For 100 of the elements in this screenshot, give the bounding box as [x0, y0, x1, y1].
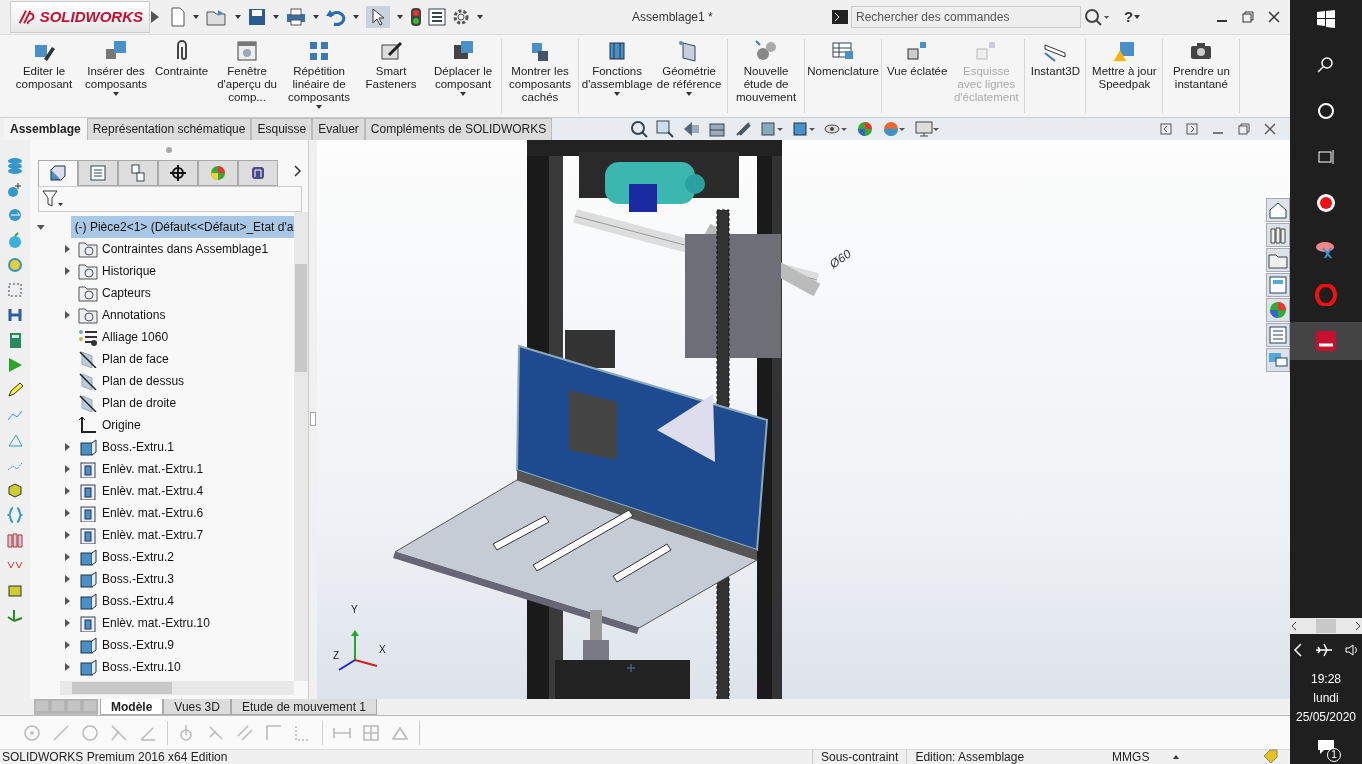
chevron-left-icon[interactable]	[1293, 643, 1303, 657]
folder-icon[interactable]	[1266, 247, 1290, 272]
caret-icon[interactable]	[396, 13, 404, 20]
tree-item[interactable]: Enlèv. mat.-Extru.7	[78, 523, 204, 546]
expand-arrow-icon[interactable]	[62, 243, 72, 254]
airplane-icon[interactable]	[1315, 642, 1333, 658]
ribbon-button[interactable]: Mettre à jour Speedpak	[1088, 38, 1161, 113]
tree-item[interactable]: Plan de face	[78, 347, 169, 370]
caret-icon[interactable]	[112, 90, 120, 97]
units-selector[interactable]: MMGS	[1112, 750, 1173, 764]
caret-icon[interactable]	[685, 90, 694, 97]
pencil-icon[interactable]	[6, 380, 24, 399]
ribbon-button[interactable]: Géométrie de référence	[653, 38, 726, 113]
monitor-icon[interactable]	[914, 119, 941, 138]
horizontal-scrollbar[interactable]	[60, 681, 294, 696]
close-icon[interactable]	[1268, 10, 1280, 23]
ribbon-button[interactable]: Nomenclature	[807, 38, 880, 113]
horizontal-scrollbar[interactable]	[1290, 618, 1362, 634]
command-tab[interactable]: Evaluer	[312, 117, 365, 140]
print-icon[interactable]	[286, 7, 306, 26]
caret-icon[interactable]	[1133, 13, 1142, 20]
tree-item[interactable]: Origine	[78, 413, 141, 436]
expand-arrow-icon[interactable]	[62, 595, 72, 606]
tree-item[interactable]: Boss.-Extru.3	[78, 567, 175, 590]
expand-arrow-icon[interactable]	[62, 441, 72, 452]
command-tab[interactable]: Compléments de SOLIDWORKS	[364, 117, 553, 140]
expand-arrow-icon[interactable]	[62, 551, 72, 562]
model-tab[interactable]: Etude de mouvement 1	[230, 699, 377, 716]
new-document-icon[interactable]	[170, 6, 186, 27]
chevron-right-icon[interactable]	[294, 165, 302, 178]
splitter-handle-icon[interactable]	[310, 412, 316, 427]
property-list-icon[interactable]	[89, 163, 107, 182]
model-tab[interactable]: Modèle	[100, 699, 164, 716]
caret-icon[interactable]	[613, 90, 622, 97]
configuration-icon[interactable]	[129, 163, 147, 182]
clock-time[interactable]: 19:28	[1311, 670, 1341, 689]
grip-icon[interactable]	[165, 145, 173, 154]
restore-icon[interactable]	[1238, 122, 1250, 135]
strips-icon[interactable]	[6, 530, 24, 549]
feature-tree-icon[interactable]	[49, 164, 67, 183]
windows-icon[interactable]	[1317, 10, 1335, 28]
ribbon-button[interactable]: Contrainte	[152, 38, 212, 113]
tree-item[interactable]: Boss.-Extru.2	[78, 545, 175, 568]
caret-icon[interactable]	[459, 90, 468, 97]
settings-icon[interactable]	[452, 7, 470, 26]
caret-icon[interactable]	[234, 13, 242, 20]
braces-icon[interactable]	[6, 505, 24, 524]
caret-up-icon[interactable]	[1172, 754, 1181, 760]
zoom-fit-icon[interactable]	[630, 119, 649, 138]
tree-item[interactable]: Capteurs	[78, 281, 151, 304]
caret-icon[interactable]	[312, 13, 320, 20]
arrow-right-icon[interactable]	[150, 9, 160, 24]
tree-item[interactable]: (-) Pièce2<1> (Défaut<<Défaut>_Etat d'a	[70, 215, 294, 238]
play-icon[interactable]	[6, 355, 24, 374]
ribbon-button[interactable]: Instant3D	[1027, 38, 1084, 113]
ribbon-button[interactable]: Fenêtre d'aperçu du comp...	[211, 38, 284, 113]
tree-item[interactable]: Boss.-Extru.10	[78, 655, 181, 678]
caret-icon[interactable]	[315, 103, 324, 110]
ribbon-button[interactable]: Répétition linéaire de composants	[283, 38, 356, 113]
display-style-icon[interactable]	[792, 119, 817, 138]
clock-day[interactable]: lundi	[1313, 689, 1339, 708]
expand-arrow-icon[interactable]	[62, 573, 72, 584]
previous-view-icon[interactable]	[682, 119, 701, 138]
traffic-light-icon[interactable]	[410, 6, 422, 27]
ribbon-button[interactable]: Déplacer le composant	[427, 38, 500, 113]
ribbon-button[interactable]: Insérer des composants	[80, 38, 152, 113]
app-logo[interactable]: SOLIDWORKS	[10, 0, 150, 33]
caret-icon[interactable]	[272, 13, 280, 20]
command-tab[interactable]: Esquisse	[251, 117, 313, 140]
opera-icon[interactable]	[1315, 284, 1337, 306]
tree-item[interactable]: Boss.-Extru.9	[78, 633, 175, 656]
search-icon[interactable]	[1084, 7, 1110, 26]
filter-icon[interactable]	[42, 188, 64, 209]
expand-arrow-icon[interactable]	[62, 661, 72, 672]
command-tab[interactable]: Représentation schématique	[86, 117, 252, 140]
appearance-icon[interactable]	[856, 119, 875, 138]
ribbon-button[interactable]: Fonctions d'assemblage	[581, 38, 654, 113]
graphics-area[interactable]: Y Z X Ø60	[317, 139, 1290, 700]
expand-arrow-icon[interactable]	[62, 265, 72, 276]
books-icon[interactable]	[1266, 222, 1290, 247]
tree-item[interactable]: Enlèv. mat.-Extru.10	[78, 611, 210, 634]
caret-icon[interactable]	[352, 13, 360, 20]
task-view-icon[interactable]	[1317, 148, 1335, 166]
restore-icon[interactable]	[1242, 10, 1254, 23]
expand-arrow-icon[interactable]	[62, 507, 72, 518]
tree-item[interactable]: Alliage 1060	[78, 325, 169, 348]
expand-arrow-icon[interactable]	[62, 485, 72, 496]
expand-arrow-icon[interactable]	[62, 529, 72, 540]
expand-arrow-icon[interactable]	[62, 309, 72, 320]
panel-left-icon[interactable]	[1160, 122, 1172, 135]
tree-item[interactable]: Plan de dessus	[78, 369, 185, 392]
circle-icon[interactable]	[1317, 102, 1335, 120]
expand-arrow-icon[interactable]	[62, 617, 72, 628]
help-button[interactable]: ?	[1124, 8, 1134, 26]
pointer-icon[interactable]	[366, 5, 390, 28]
ribbon-button[interactable]: Vue éclatée	[884, 38, 951, 113]
tree-item[interactable]: Enlèv. mat.-Extru.1	[78, 457, 204, 480]
color-wheel-icon[interactable]	[209, 163, 227, 182]
stack-icon[interactable]	[6, 155, 24, 174]
home-icon[interactable]	[1266, 197, 1290, 222]
